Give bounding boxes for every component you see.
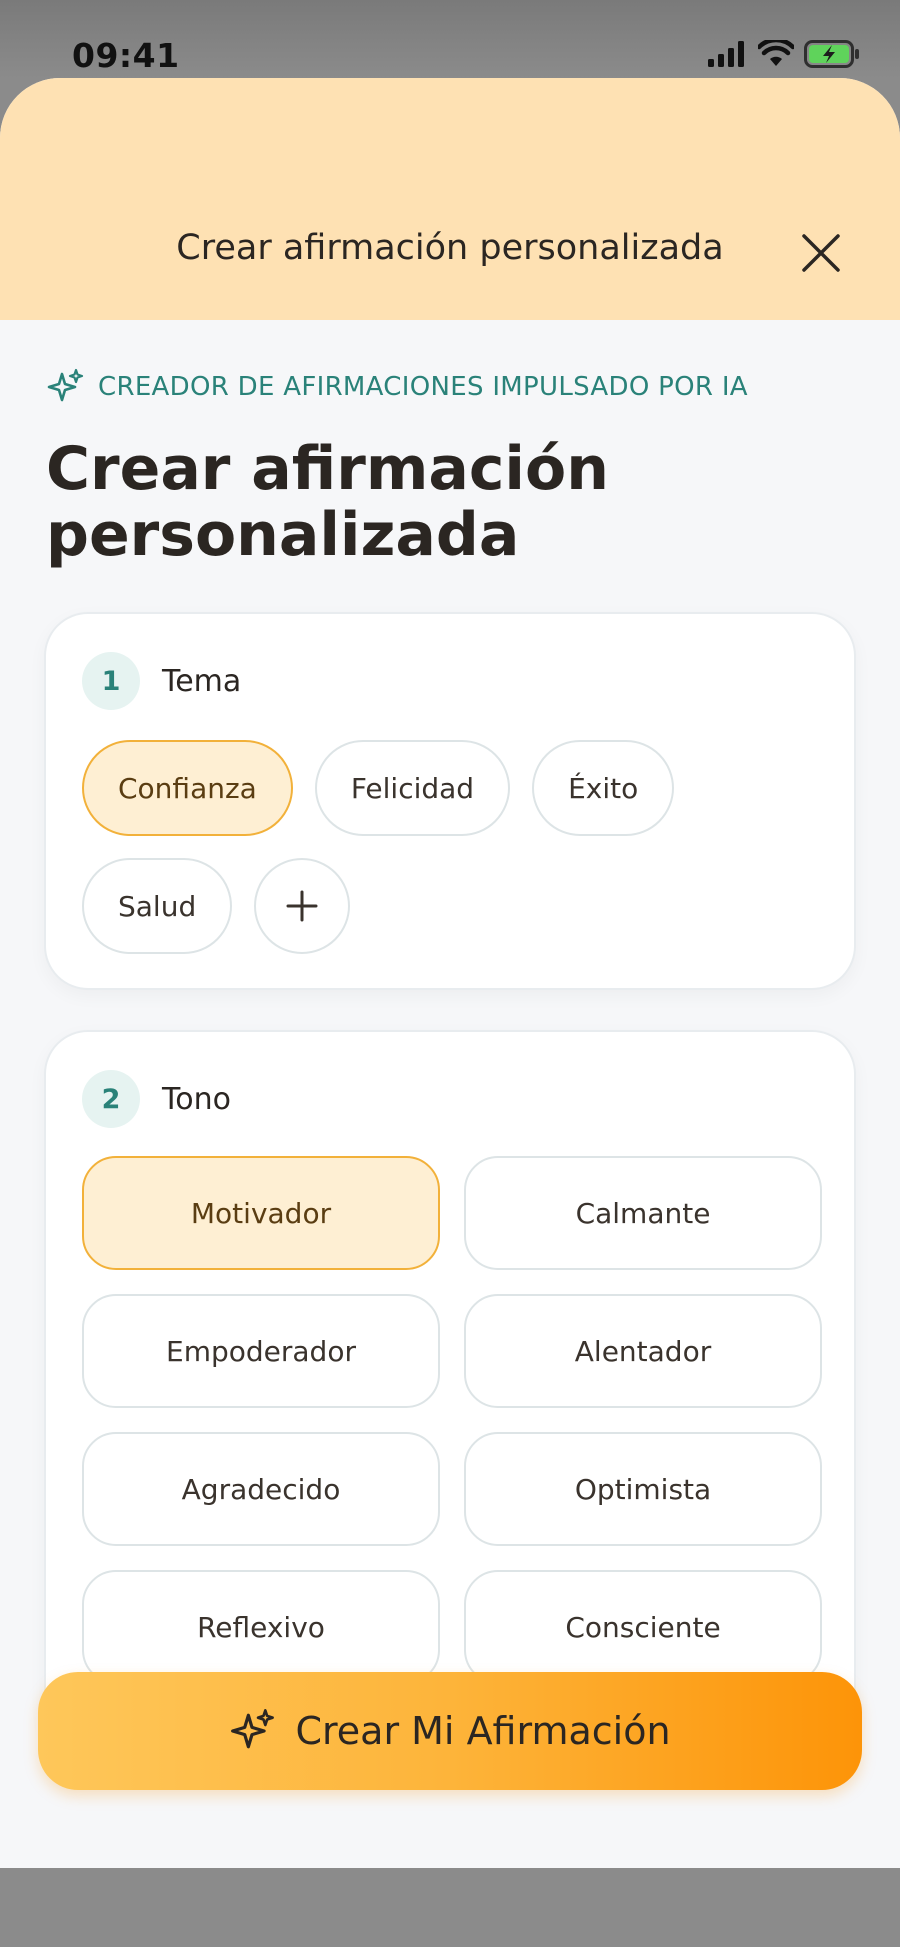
tone-option-optimista[interactable]: Optimista <box>464 1432 822 1546</box>
tone-options: Motivador Calmante Empoderador Alentador… <box>82 1156 822 1684</box>
theme-step-header: 1 Tema <box>82 652 241 710</box>
tone-option-calmante[interactable]: Calmante <box>464 1156 822 1270</box>
page-title: Crear afirmación personalizada <box>46 434 609 570</box>
tone-option-reflexivo[interactable]: Reflexivo <box>82 1570 440 1684</box>
close-button[interactable] <box>796 228 846 278</box>
status-bar: 09:41 <box>0 0 900 78</box>
step-label: Tono <box>162 1081 231 1117</box>
tone-option-agradecido[interactable]: Agradecido <box>82 1432 440 1546</box>
tone-step-header: 2 Tono <box>82 1070 231 1128</box>
cellular-signal-icon <box>708 41 744 67</box>
step-number-badge: 2 <box>82 1070 140 1128</box>
home-indicator-area <box>0 1868 900 1947</box>
sparkles-icon <box>47 368 84 402</box>
cta-label: Crear Mi Afirmación <box>295 1709 671 1753</box>
ai-kicker: CREADOR DE AFIRMACIONES IMPULSADO POR IA <box>46 368 748 406</box>
battery-charging-icon <box>804 40 859 68</box>
create-affirmation-button[interactable]: Crear Mi Afirmación <box>38 1672 862 1790</box>
theme-chip-felicidad[interactable]: Felicidad <box>314 740 511 836</box>
kicker-text: CREADOR DE AFIRMACIONES IMPULSADO POR IA <box>98 372 748 402</box>
step-number-badge: 1 <box>82 652 140 710</box>
theme-card: 1 Tema Confianza Felicidad Éxito Salud <box>44 612 856 990</box>
tone-option-alentador[interactable]: Alentador <box>464 1294 822 1408</box>
status-icons <box>708 40 860 68</box>
add-theme-button[interactable] <box>254 858 351 954</box>
theme-options: Confianza Felicidad Éxito Salud <box>82 740 822 954</box>
step-label: Tema <box>162 663 242 699</box>
close-icon <box>802 234 840 272</box>
tone-card: 2 Tono Motivador Calmante Empoderador Al… <box>44 1030 856 1754</box>
plus-icon <box>286 890 318 922</box>
bottom-sheet: Crear afirmación personalizada CREADOR D… <box>0 78 900 1868</box>
sheet-header: Crear afirmación personalizada <box>0 78 900 320</box>
tone-option-consciente[interactable]: Consciente <box>464 1570 822 1684</box>
theme-chip-exito[interactable]: Éxito <box>532 740 675 836</box>
tone-option-empoderador[interactable]: Empoderador <box>82 1294 440 1408</box>
theme-chip-salud[interactable]: Salud <box>82 858 233 954</box>
tone-option-motivador[interactable]: Motivador <box>82 1156 440 1270</box>
sheet-title: Crear afirmación personalizada <box>176 228 724 268</box>
wifi-icon <box>758 40 794 66</box>
theme-chip-confianza[interactable]: Confianza <box>82 740 293 836</box>
status-time: 09:41 <box>72 36 180 75</box>
sparkles-icon <box>231 1709 275 1749</box>
